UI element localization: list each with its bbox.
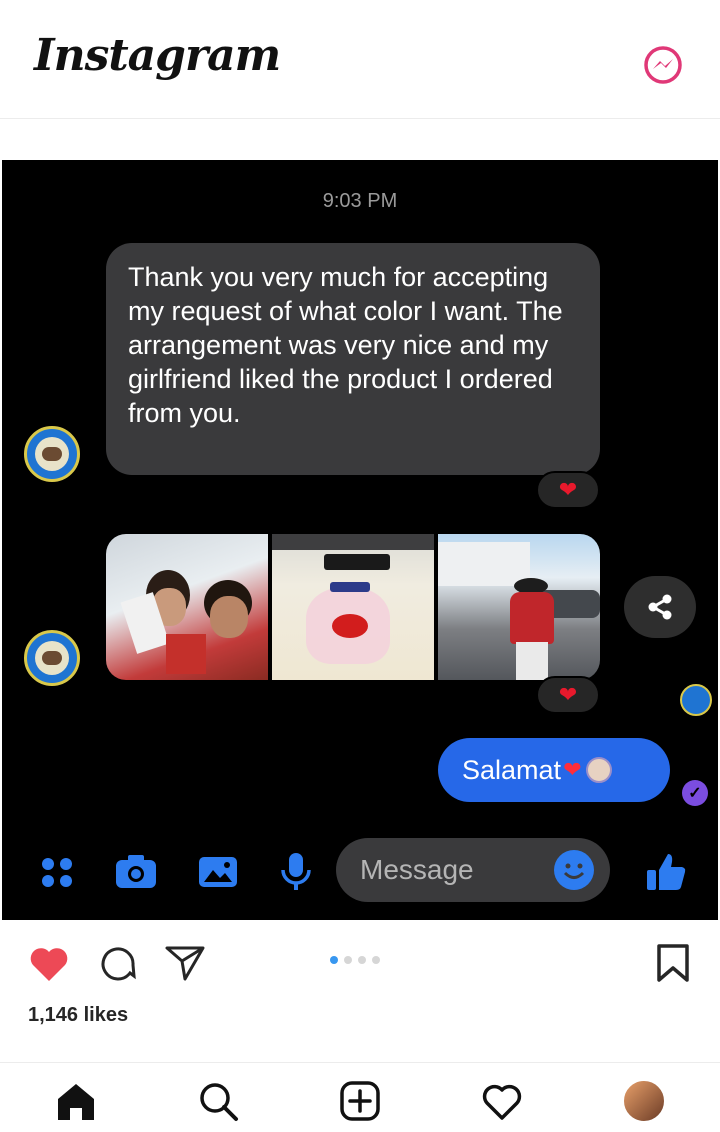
home-icon[interactable] (54, 1079, 98, 1123)
send-icon[interactable] (162, 940, 208, 986)
header-divider (0, 118, 720, 119)
incoming-message-bubble[interactable]: Thank you very much for accepting my req… (106, 243, 600, 475)
message-reaction[interactable]: ❤ (536, 471, 600, 509)
message-input[interactable] (360, 838, 540, 902)
bookmark-icon[interactable] (650, 940, 696, 986)
outgoing-message-text: Salamat (462, 754, 562, 785)
shared-photo-couple[interactable] (106, 534, 268, 680)
heart-icon[interactable] (26, 940, 72, 986)
carousel-indicator (330, 956, 380, 964)
likes-count[interactable]: 1,146 likes (28, 1004, 128, 1027)
outgoing-message-bubble[interactable]: Salamat ❤ (438, 738, 670, 802)
photos-reaction[interactable]: ❤ (536, 676, 600, 714)
camera-icon[interactable] (114, 850, 158, 894)
carousel-dot (358, 956, 366, 964)
post-actions (0, 930, 720, 1000)
carousel-dot-active (330, 956, 338, 964)
delivered-indicator: ✓ (682, 780, 708, 806)
shared-photo-street[interactable] (438, 534, 600, 680)
share-button[interactable] (624, 576, 696, 638)
emoji-icon[interactable] (554, 850, 594, 890)
carousel-dot (372, 956, 380, 964)
gallery-icon[interactable] (196, 850, 240, 894)
comment-icon[interactable] (94, 940, 140, 986)
microphone-icon[interactable] (274, 850, 318, 894)
chat-screenshot: 9:03 PM Thank you very much for acceptin… (2, 160, 718, 920)
sender-avatar-2[interactable] (24, 630, 80, 686)
apps-icon[interactable] (36, 850, 80, 894)
message-composer (2, 832, 718, 914)
outgoing-heart-emoji: ❤ (563, 757, 582, 782)
profile-avatar[interactable] (622, 1079, 666, 1123)
thumbs-up-icon[interactable] (644, 850, 688, 894)
messenger-icon[interactable] (642, 44, 684, 86)
bottom-tab-bar (0, 1063, 720, 1132)
carousel-dot (344, 956, 352, 964)
shared-photo-bouquet[interactable] (272, 534, 434, 680)
chat-timestamp: 9:03 PM (322, 190, 398, 212)
search-icon[interactable] (196, 1079, 240, 1123)
sender-avatar[interactable] (24, 426, 80, 482)
instagram-logo[interactable]: Instagram (34, 30, 281, 81)
new-post-icon[interactable] (338, 1079, 382, 1123)
outgoing-person-emoji (585, 757, 612, 783)
message-field[interactable] (336, 838, 610, 902)
activity-icon[interactable] (480, 1079, 524, 1123)
share-icon (648, 594, 672, 620)
instagram-header: Instagram (0, 0, 720, 118)
seen-avatar (680, 684, 712, 716)
